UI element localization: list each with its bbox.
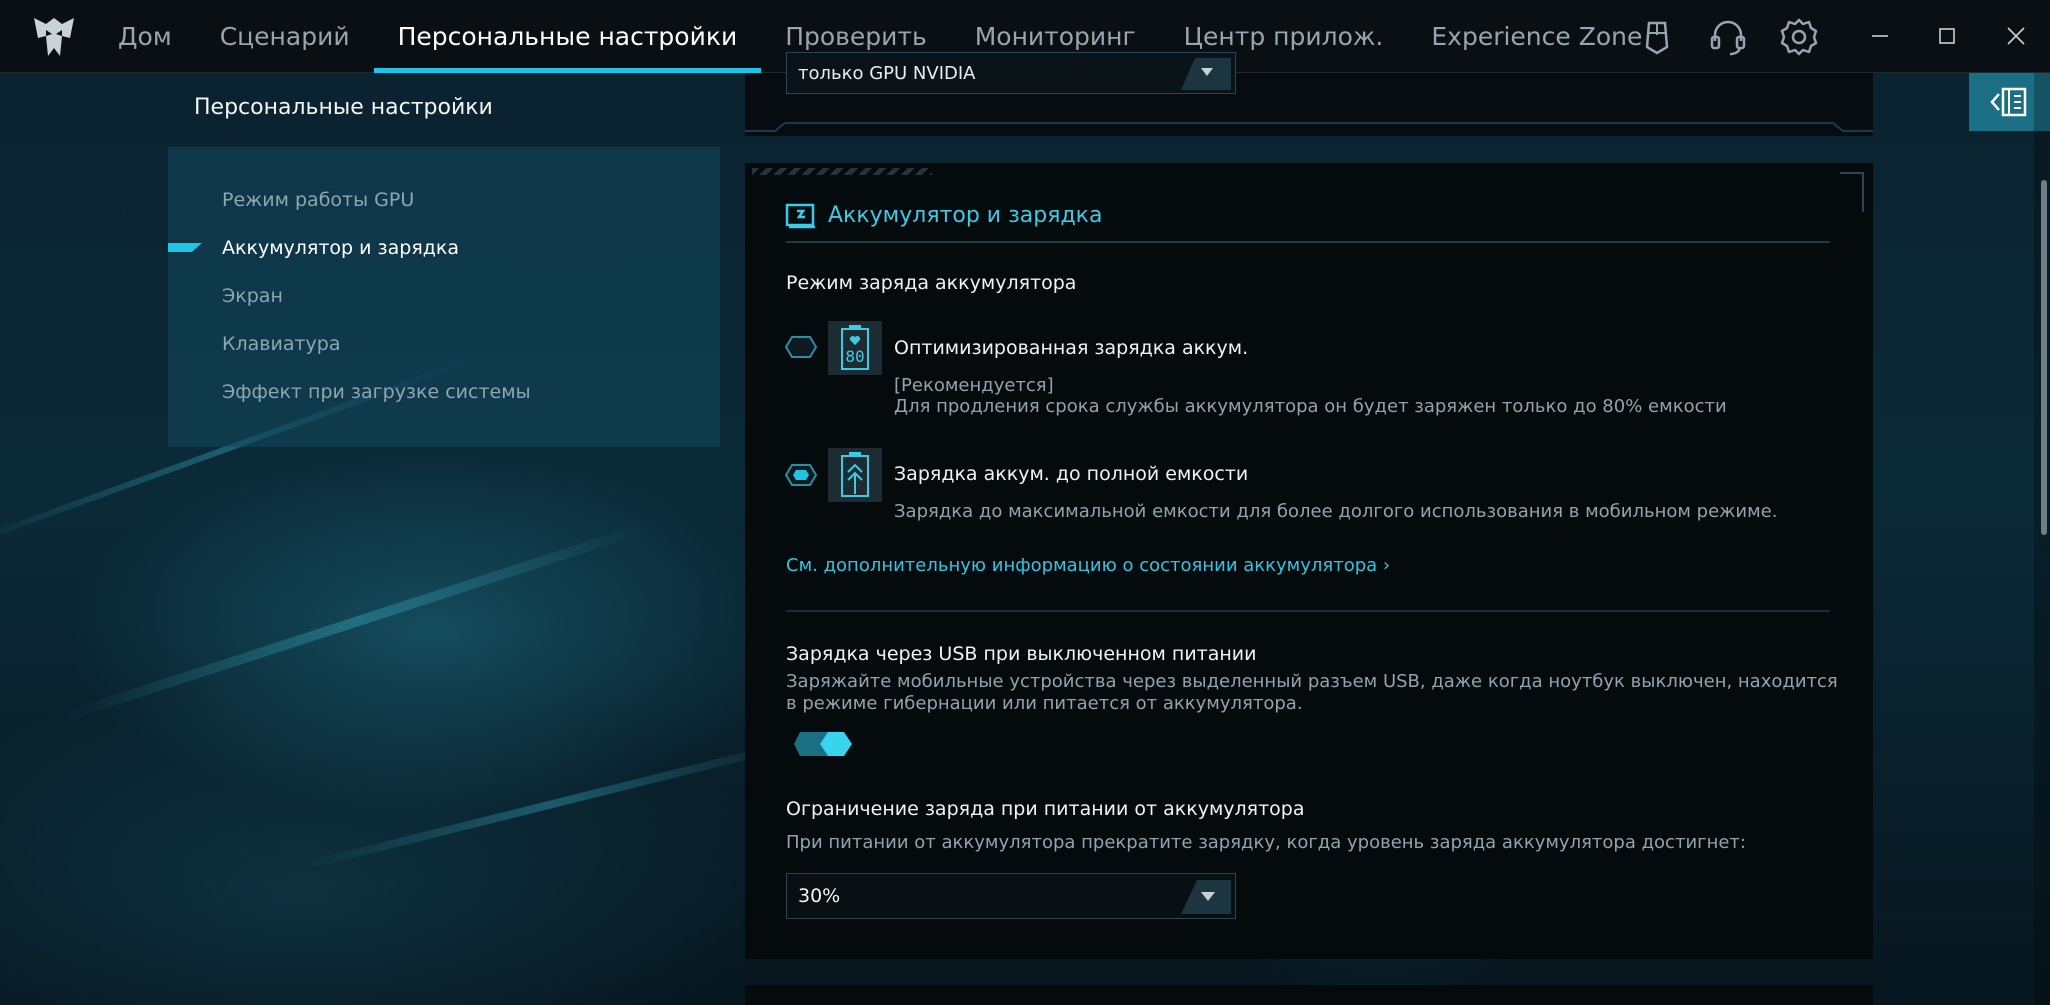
usb-charge-toggle[interactable] [792, 730, 854, 758]
full-charge-title[interactable]: Зарядка аккум. до полной емкости [894, 463, 1248, 485]
tab-experience-zone[interactable]: Experience Zone [1407, 0, 1666, 73]
predator-logo[interactable] [30, 14, 78, 60]
charge-limit-value: 30% [798, 885, 841, 907]
sidebar-item-gpu-mode[interactable]: Режим работы GPU [222, 189, 414, 211]
battery-settings-icon [785, 203, 815, 229]
tab-personal-settings[interactable]: Персональные настройки [373, 0, 762, 73]
minimize-icon[interactable] [1862, 18, 1898, 54]
section-divider-2 [786, 610, 1830, 612]
gpu-mode-select-value: только GPU NVIDIA [798, 63, 976, 84]
full-charge-description: Зарядка до максимальной емкости для боле… [894, 501, 1778, 522]
battery-info-link[interactable]: См. дополнительную информацию о состояни… [786, 555, 1390, 576]
battery-full-icon [828, 448, 882, 502]
chevron-down-icon [1181, 58, 1231, 90]
sidebar-title: Персональные настройки [194, 95, 493, 120]
gpu-mode-select[interactable]: только GPU NVIDIA [786, 52, 1236, 94]
card-hatch-decoration [752, 168, 932, 175]
next-card [745, 985, 1873, 1005]
card-frame-decoration [745, 122, 1873, 132]
tab-home[interactable]: Дом [94, 0, 196, 73]
battery-80-icon: 80 [828, 321, 882, 375]
section-title: Аккумулятор и зарядка [828, 203, 1103, 228]
optimized-charge-description: Для продления срока службы аккумулятора … [894, 396, 1727, 417]
sidebar-item-boot-effect[interactable]: Эффект при загрузке системы [222, 381, 531, 403]
scrollbar-thumb[interactable] [2041, 180, 2047, 535]
charge-limit-description: При питании от аккумулятора прекратите з… [786, 832, 1746, 853]
optimized-charge-title[interactable]: Оптимизированная зарядка аккум. [894, 337, 1248, 359]
card-corner-decoration [1840, 172, 1864, 212]
full-charge-radio[interactable] [785, 464, 817, 486]
battery-80-text: 80 [845, 347, 865, 366]
chevron-down-icon [1181, 880, 1231, 914]
tab-scenario[interactable]: Сценарий [196, 0, 374, 73]
usb-charge-description-line1: Заряжайте мобильные устройства через выд… [786, 671, 1838, 692]
optimized-charge-radio[interactable] [785, 336, 817, 358]
charge-limit-title: Ограничение заряда при питании от аккуму… [786, 798, 1305, 820]
collapse-panel-icon [1990, 87, 2027, 117]
optimized-charge-recommended: [Рекомендуется] [894, 375, 1054, 396]
mouse-icon[interactable] [1637, 17, 1677, 57]
close-icon[interactable] [1998, 18, 2034, 54]
usb-charge-title: Зарядка через USB при выключенном питани… [786, 643, 1257, 665]
section-divider [786, 241, 1830, 243]
charge-limit-select[interactable]: 30% [786, 873, 1236, 919]
sidebar-item-battery[interactable]: Аккумулятор и зарядка [222, 237, 459, 259]
maximize-icon[interactable] [1929, 18, 1965, 54]
gear-icon[interactable] [1779, 17, 1819, 57]
usb-charge-description-line2: в режиме гибернации или питается от акку… [786, 693, 1303, 714]
headset-icon[interactable] [1708, 17, 1748, 57]
sidebar-item-keyboard[interactable]: Клавиатура [222, 333, 340, 355]
sidebar-item-display[interactable]: Экран [222, 285, 283, 307]
charge-mode-label: Режим заряда аккумулятора [786, 272, 1077, 294]
